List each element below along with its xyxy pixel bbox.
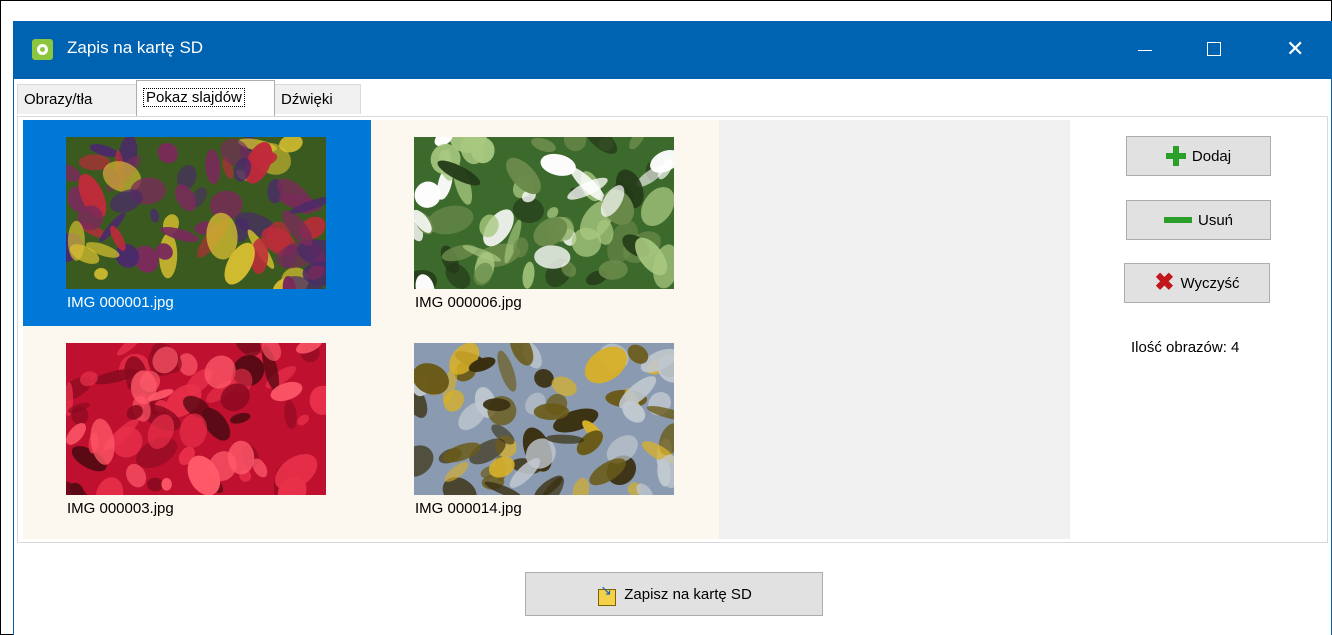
sd-card-icon: ↘ [596,582,617,606]
maximize-button[interactable] [1191,21,1237,79]
minus-icon [1163,217,1192,223]
title-bar[interactable]: Zapis na kartę SD ✕ [14,21,1331,79]
thumbnail-filename: IMG 000006.jpg [415,294,522,311]
minimize-button[interactable] [1122,21,1168,79]
save-button-label: Zapisz na kartę SD [624,585,752,603]
thumbnail-filename: IMG 000014.jpg [415,500,522,517]
arrow-icon: ↘ [600,582,612,598]
tab-obrazy[interactable]: Obrazy/tła [17,84,138,114]
save-to-sd-button[interactable]: ↘ Zapisz na kartę SD [525,572,823,616]
close-button[interactable]: ✕ [1271,21,1317,79]
add-button[interactable]: Dodaj [1126,136,1271,176]
image-gallery[interactable]: IMG 000001.jpg IMG 000006.jpg IMG 000003… [23,120,1070,539]
maximize-icon [1207,42,1221,56]
thumbnail-image [414,137,674,289]
plus-icon [1165,146,1186,166]
tab-label: Dźwięki [281,91,333,108]
app-logo-icon [32,39,53,60]
tab-label: Obrazy/tła [24,91,93,108]
thumbnail-item[interactable]: IMG 000003.jpg [23,326,371,532]
thumbnail-item[interactable]: IMG 000001.jpg [23,120,371,326]
remove-button-label: Usuń [1197,211,1234,229]
thumbnail-item[interactable]: IMG 000006.jpg [371,120,719,326]
window-title: Zapis na kartę SD [67,38,204,57]
clear-button-label: Wyczyść [1180,274,1240,292]
close-icon: ✕ [1286,36,1305,61]
thumbnail-filename: IMG 000003.jpg [67,500,174,517]
tab-dzwieki[interactable]: Dźwięki [274,84,361,114]
add-button-label: Dodaj [1191,147,1232,165]
thumbnail-item[interactable]: IMG 000014.jpg [371,326,719,532]
app-window: Zapis na kartę SD ✕ Obrazy/tła Pokaz sla… [13,21,1332,635]
image-count: Ilość obrazów: 4 [1131,339,1240,356]
remove-button[interactable]: Usuń [1126,200,1271,240]
thumbnail-image [66,137,326,289]
tab-pokaz-slajdow[interactable]: Pokaz slajdów [136,80,275,116]
tab-label: Pokaz slajdów [143,88,245,107]
x-icon: ✖ [1154,269,1175,296]
foliage-shape [533,403,570,420]
tab-panel-pokaz-slajdow: IMG 000001.jpg IMG 000006.jpg IMG 000003… [17,116,1328,543]
clear-button[interactable]: ✖ Wyczyść [1124,263,1270,303]
tab-strip: Obrazy/tła Pokaz slajdów Dźwięki [14,79,1331,117]
thumbnail-image [66,343,326,495]
thumbnail-image [414,343,674,495]
minimize-icon [1138,50,1152,51]
foliage-shape [67,220,85,261]
thumbnail-filename: IMG 000001.jpg [67,294,174,311]
side-panel: Dodaj Usuń ✖ Wyczyść Ilość obrazów: 4 [1070,120,1324,539]
